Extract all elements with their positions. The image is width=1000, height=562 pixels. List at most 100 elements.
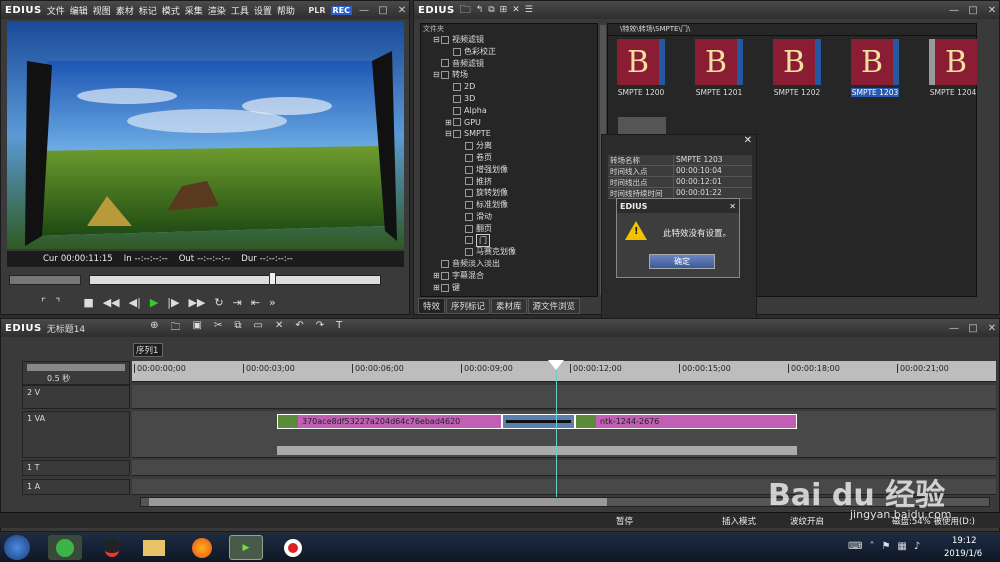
- delete-clip-icon[interactable]: ✕: [275, 320, 283, 337]
- timeline-close-icon[interactable]: ✕: [985, 322, 999, 334]
- stop-icon[interactable]: ■: [83, 296, 93, 309]
- timeline-maximize-icon[interactable]: □: [966, 322, 980, 334]
- add-icon[interactable]: ⊞: [500, 5, 508, 15]
- expander-icon[interactable]: ⊟: [433, 69, 441, 81]
- overwrite-icon[interactable]: ⇤: [251, 296, 260, 309]
- keyboard-icon[interactable]: ⌨: [848, 541, 862, 552]
- tree-item[interactable]: 增强划像: [421, 164, 597, 176]
- effect-thumbnail[interactable]: B SMPTE 1200: [617, 39, 665, 97]
- effect-thumbnail[interactable]: B SMPTE 1204: [929, 39, 977, 97]
- bin-tab[interactable]: 序列标记: [446, 298, 491, 314]
- sequence-tab[interactable]: 序列1: [133, 343, 163, 357]
- tree-item[interactable]: 推挤: [421, 176, 597, 188]
- save-icon[interactable]: ▣: [193, 320, 202, 337]
- tree-item[interactable]: 标准划像: [421, 199, 597, 211]
- bin-tab[interactable]: 素材库: [491, 298, 527, 314]
- effect-maximize-icon[interactable]: □: [966, 4, 980, 16]
- zoom-control[interactable]: 0.5 秒: [22, 361, 130, 385]
- rewind-icon[interactable]: ◀◀: [103, 296, 120, 309]
- expander-icon[interactable]: ⊞: [433, 282, 441, 294]
- copy-icon[interactable]: ⧉: [234, 320, 241, 337]
- bin-tab[interactable]: 特效: [418, 298, 446, 314]
- menu-item[interactable]: 素材: [116, 7, 134, 17]
- track-header-1t[interactable]: 1 T: [22, 460, 130, 476]
- tree-item[interactable]: 滑动: [421, 211, 597, 223]
- expander-icon[interactable]: ⊟: [445, 128, 453, 140]
- tree-item[interactable]: 音频淡入淡出: [421, 258, 597, 270]
- rec-label[interactable]: REC: [330, 5, 352, 15]
- info-close-icon[interactable]: ✕: [602, 135, 756, 151]
- firefox-icon[interactable]: [185, 535, 219, 560]
- flag-icon[interactable]: ⚑: [881, 541, 890, 552]
- menu-item[interactable]: 设置: [254, 7, 272, 17]
- tree-item[interactable]: ⊟ 转场: [421, 69, 597, 81]
- expander-icon[interactable]: ⊞: [445, 117, 453, 129]
- menu-item[interactable]: 采集: [185, 7, 203, 17]
- scrub-bar[interactable]: [89, 275, 381, 285]
- step-forward-icon[interactable]: |▶: [167, 296, 179, 309]
- play-icon[interactable]: ▶: [150, 296, 158, 309]
- record-icon[interactable]: [276, 535, 310, 560]
- transition-marker[interactable]: [502, 414, 575, 429]
- title-icon[interactable]: T: [336, 320, 342, 337]
- dialog-close-icon[interactable]: ✕: [729, 202, 739, 211]
- playhead-marker[interactable]: [548, 360, 564, 370]
- tree-item[interactable]: 旋转划像: [421, 187, 597, 199]
- paste-icon[interactable]: ▭: [254, 320, 263, 337]
- new-icon[interactable]: ⧉: [488, 5, 494, 15]
- menu-item[interactable]: 模式: [162, 7, 180, 17]
- tree-item[interactable]: 色彩校正: [421, 46, 597, 58]
- tree-item[interactable]: 门: [421, 233, 597, 248]
- effect-thumbnail[interactable]: B SMPTE 1202: [773, 39, 821, 97]
- clip-1[interactable]: 370ace8df53227a204d64c76ebad4620: [277, 414, 502, 429]
- menu-item[interactable]: 工具: [231, 7, 249, 17]
- effect-thumbnail[interactable]: B SMPTE 1203: [851, 39, 899, 97]
- properties-icon[interactable]: ☰: [525, 5, 533, 15]
- track-header-2v[interactable]: 2 V: [22, 385, 130, 409]
- effect-minimize-icon[interactable]: —: [947, 4, 961, 16]
- menu-item[interactable]: 渲染: [208, 7, 226, 17]
- start-button[interactable]: [4, 535, 30, 560]
- fast-forward-icon[interactable]: ▶▶: [188, 296, 205, 309]
- expander-icon[interactable]: ⊟: [433, 34, 441, 46]
- tree-item[interactable]: 翻页: [421, 223, 597, 235]
- menu-item[interactable]: 标记: [139, 7, 157, 17]
- clock-time[interactable]: 19:12: [952, 536, 977, 546]
- bin-tab[interactable]: 源文件浏览: [527, 298, 581, 314]
- folder-icon[interactable]: 🗀: [460, 1, 471, 20]
- track-header-1a[interactable]: 1 A: [22, 479, 130, 495]
- plr-label[interactable]: PLR: [308, 6, 325, 15]
- mark-in-icon[interactable]: ⌜: [41, 296, 46, 309]
- audio-waveform-bar[interactable]: [277, 446, 797, 455]
- delete-icon[interactable]: ✕: [512, 5, 520, 15]
- step-back-icon[interactable]: ◀|: [129, 296, 141, 309]
- tree-item[interactable]: ⊟ SMPTE: [421, 128, 597, 140]
- effect-thumbnail[interactable]: B SMPTE 1201: [695, 39, 743, 97]
- cut-icon[interactable]: ✂: [214, 320, 222, 337]
- insert-icon[interactable]: ⇥: [233, 296, 242, 309]
- maximize-icon[interactable]: □: [376, 4, 390, 16]
- chevron-up-icon[interactable]: ˄: [869, 541, 874, 552]
- edius-taskbar-icon[interactable]: ▶: [229, 535, 263, 560]
- expander-icon[interactable]: ⊞: [433, 270, 441, 282]
- menu-item[interactable]: 编辑: [70, 7, 88, 17]
- tree-item[interactable]: ⊞ 字幕混合: [421, 270, 597, 282]
- shuttle-slider[interactable]: [9, 275, 81, 285]
- tree-item[interactable]: 分离: [421, 140, 597, 152]
- tree-item[interactable]: Alpha: [421, 105, 597, 117]
- menu-item[interactable]: 文件: [47, 7, 65, 17]
- tree-item[interactable]: 马赛克划像: [421, 246, 597, 258]
- tree-item[interactable]: 卷页: [421, 152, 597, 164]
- up-icon[interactable]: ↰: [476, 5, 484, 15]
- minimize-icon[interactable]: —: [357, 4, 371, 16]
- tree-item[interactable]: 音频滤镜: [421, 58, 597, 70]
- app-green-icon[interactable]: [48, 535, 82, 560]
- file-explorer-icon[interactable]: [137, 535, 171, 560]
- tree-item[interactable]: 2D: [421, 81, 597, 93]
- close-icon[interactable]: ✕: [395, 4, 409, 16]
- effect-close-icon[interactable]: ✕: [985, 4, 999, 16]
- tree-item[interactable]: ⊞ 键: [421, 282, 597, 294]
- qq-icon[interactable]: [95, 535, 129, 560]
- network-icon[interactable]: ▦: [897, 541, 906, 552]
- tree-item[interactable]: ⊟ 视频滤镜: [421, 34, 597, 46]
